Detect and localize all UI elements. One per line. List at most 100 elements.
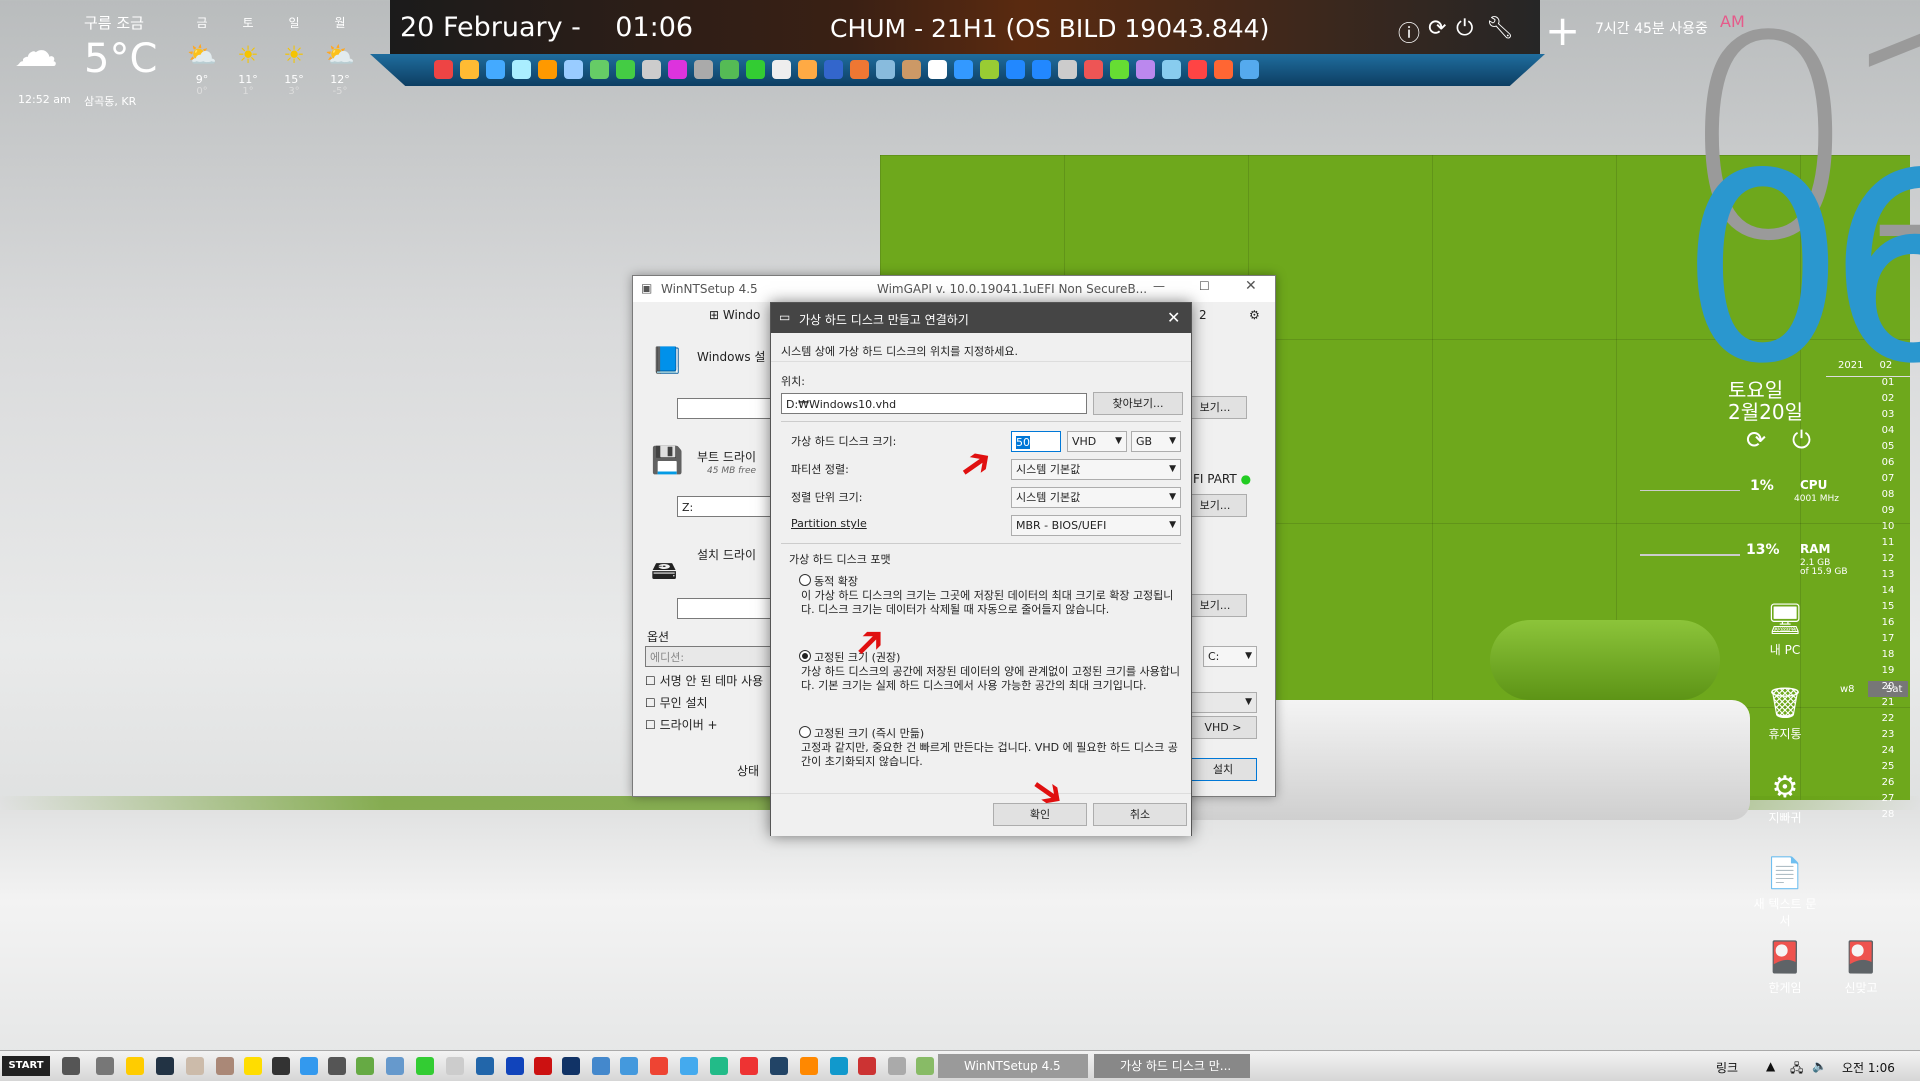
app-icon[interactable] (386, 1057, 404, 1075)
app-icon[interactable] (592, 1057, 610, 1075)
taskbar-task-vhd-dialog[interactable]: 가상 하드 디스크 만... (1094, 1054, 1250, 1078)
app-icon[interactable] (590, 60, 609, 79)
app-icon[interactable] (460, 60, 479, 79)
app-icon[interactable] (798, 60, 817, 79)
app-icon[interactable] (616, 60, 635, 79)
firefox-icon[interactable] (800, 1057, 818, 1075)
app-icon[interactable] (1214, 60, 1233, 79)
app-icon[interactable] (888, 1057, 906, 1075)
app-icon[interactable] (356, 1057, 374, 1075)
size-input[interactable]: 50 (1011, 431, 1061, 452)
desktop-icon-thrush[interactable]: ⚙ 지빠귀 (1750, 770, 1820, 826)
app-icon[interactable] (620, 1057, 638, 1075)
app-icon[interactable] (446, 1057, 464, 1075)
app-icon[interactable] (1032, 60, 1051, 79)
partition-align-select[interactable]: 시스템 기본값 ▼ (1011, 459, 1181, 480)
volume-icon[interactable]: 🔈 (1812, 1059, 1827, 1073)
wrench-icon[interactable]: 🔧︎ (1486, 16, 1514, 41)
partition-style-link[interactable]: Partition style (791, 517, 867, 530)
desktop-icon-textfile[interactable]: 📄 새 텍스트 문서 (1750, 856, 1820, 929)
app-icon[interactable] (980, 60, 999, 79)
taskbar-clock[interactable]: 오전 1:06 (1842, 1059, 1895, 1076)
app-icon[interactable] (506, 1057, 524, 1075)
app-icon[interactable] (668, 60, 687, 79)
app-icon[interactable] (954, 60, 973, 79)
desktop-icon-matgo[interactable]: 🎴 신맞고 (1826, 940, 1896, 996)
settings-icon[interactable]: ⚙ (1249, 308, 1260, 322)
gear-icon[interactable] (96, 1057, 114, 1075)
app-icon[interactable] (564, 60, 583, 79)
restart-icon[interactable]: ⟳ (1428, 16, 1446, 41)
browse-button[interactable]: 찾아보기... (1093, 392, 1183, 415)
app-icon[interactable] (850, 60, 869, 79)
app-icon[interactable] (476, 1057, 494, 1075)
tray-overflow-icon[interactable]: ▲ (1766, 1059, 1775, 1073)
location-input[interactable]: D:₩Windows10.vhd (781, 393, 1087, 414)
partition-style-select[interactable]: MBR - BIOS/UEFI ▼ (1011, 515, 1181, 536)
maximize-icon[interactable]: ☐ (1199, 279, 1210, 293)
app-icon[interactable] (1188, 60, 1207, 79)
radio-fixed-fast[interactable]: 고정된 크기 (즉시 만듦) (799, 725, 924, 741)
trash-icon[interactable] (328, 1057, 346, 1075)
power-icon[interactable]: ⏻ (1792, 426, 1811, 454)
app-icon[interactable] (562, 1057, 580, 1075)
install-drive-input[interactable] (677, 598, 777, 619)
task-view-icon[interactable] (62, 1057, 80, 1075)
app-icon[interactable] (858, 1057, 876, 1075)
app-icon[interactable] (720, 60, 739, 79)
desktop-icon-recycle[interactable]: 🗑 휴지통 (1750, 686, 1820, 742)
app-icon[interactable] (512, 60, 531, 79)
folder-icon[interactable] (186, 1057, 204, 1075)
app-icon[interactable] (434, 60, 453, 79)
app-icon[interactable] (694, 60, 713, 79)
cancel-button[interactable]: 취소 (1093, 803, 1187, 826)
restart-icon[interactable]: ⟳ (1746, 426, 1766, 454)
opt-unattended[interactable]: ☐ 무인 설치 (645, 694, 708, 711)
vhd-button[interactable]: VHD > (1189, 716, 1257, 739)
source-path-input[interactable] (677, 398, 777, 419)
drive-letter-select[interactable]: C: ▼ (1203, 646, 1257, 667)
app-icon[interactable] (486, 60, 505, 79)
app-icon[interactable] (534, 1057, 552, 1075)
links-toolbar[interactable]: 링크 (1716, 1059, 1738, 1076)
app-icon[interactable] (156, 1057, 174, 1075)
network-icon[interactable]: 🖧 (1790, 1059, 1803, 1080)
app-icon[interactable] (746, 60, 765, 79)
app-icon[interactable] (772, 60, 791, 79)
start-button[interactable]: START (2, 1056, 50, 1076)
tab-windows[interactable]: ⊞ Windo (709, 308, 760, 322)
browse-button[interactable]: 보기... (1183, 594, 1247, 617)
vhd-type-select[interactable]: VHD ▼ (1067, 431, 1127, 452)
desktop-icon-mypc[interactable]: 🖥 내 PC (1750, 602, 1820, 658)
app-icon[interactable] (1136, 60, 1155, 79)
app-icon[interactable] (416, 1057, 434, 1075)
app-icon[interactable] (710, 1057, 728, 1075)
app-icon[interactable] (1058, 60, 1077, 79)
opt-unsigned-theme[interactable]: ☐ 서명 안 된 테마 사용 (645, 672, 763, 689)
dialog-titlebar[interactable]: ▭ 가상 하드 디스크 만들고 연결하기 ✕ (771, 303, 1191, 333)
power-icon[interactable]: ⏻ (1456, 16, 1473, 41)
app-icon[interactable] (1084, 60, 1103, 79)
app-icon[interactable] (1162, 60, 1181, 79)
edition-select[interactable]: 에디션: (645, 646, 777, 667)
app-icon[interactable] (216, 1057, 234, 1075)
close-icon[interactable]: ✕ (1167, 308, 1180, 327)
opt-drivers[interactable]: ☐ 드라이버 + (645, 716, 718, 733)
radio-dynamic[interactable]: 동적 확장 (799, 573, 858, 589)
align-unit-select[interactable]: 시스템 기본값 ▼ (1011, 487, 1181, 508)
app-icon[interactable] (300, 1057, 318, 1075)
minimize-icon[interactable]: — (1153, 279, 1165, 293)
app-icon[interactable] (642, 60, 661, 79)
taskbar-task-winntsetup[interactable]: WinNTSetup 4.5 (938, 1054, 1088, 1078)
boot-drive-input[interactable]: Z: (677, 496, 777, 517)
app-icon[interactable] (272, 1057, 290, 1075)
browse-button[interactable]: 보기... (1183, 494, 1247, 517)
app-icon[interactable] (916, 1057, 934, 1075)
app-icon[interactable] (770, 1057, 788, 1075)
browse-button[interactable]: 보기... (1183, 396, 1247, 419)
winntsetup-titlebar[interactable]: ▣ WinNTSetup 4.5 WimGAPI v. 10.0.19041.1… (633, 276, 1275, 302)
app-icon[interactable] (1110, 60, 1129, 79)
app-icon[interactable] (876, 60, 895, 79)
app-icon[interactable] (928, 60, 947, 79)
desktop-icon-hangame[interactable]: 🎴 한게임 (1750, 940, 1820, 996)
